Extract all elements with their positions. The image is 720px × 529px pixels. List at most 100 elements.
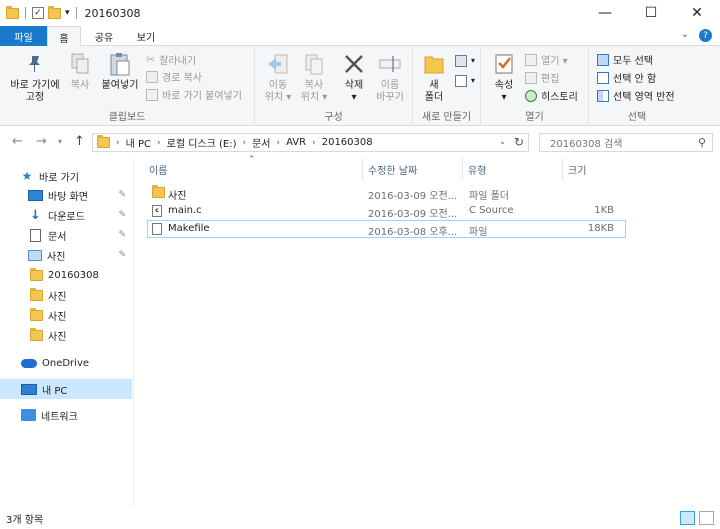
cut-label: 잘라내기	[159, 56, 197, 67]
new-item-icon	[455, 54, 467, 67]
forward-arrow-icon[interactable]: →	[36, 134, 47, 149]
chevron-right-icon[interactable]: ›	[277, 138, 281, 148]
invert-selection-button[interactable]: 선택 영역 반전	[597, 87, 675, 104]
dropdown-arrow-icon: ▾	[471, 56, 476, 65]
minimize-button[interactable]: —	[582, 0, 628, 26]
maximize-button[interactable]: ☐	[628, 0, 674, 26]
chevron-right-icon[interactable]: ›	[312, 138, 316, 148]
history-button[interactable]: 히스토리	[525, 87, 578, 104]
column-header-name[interactable]: 이름	[144, 158, 363, 180]
sidebar-item-this-pc[interactable]: 내 PC	[0, 379, 132, 399]
ribbon: 바로 가기에 고정 복사 붙여넣기 ✂ 잘라내기 경로 복사 바로 가기 붙여넣…	[0, 46, 720, 126]
select-none-icon	[597, 71, 609, 84]
new-item-button[interactable]: ▾	[455, 52, 475, 69]
table-row[interactable]: c main.c 2016-03-09 오전... C Source 1KB	[147, 202, 626, 220]
sidebar-item-quick-access[interactable]: ★ 바로 가기	[0, 166, 132, 186]
pin-quick-access-button[interactable]: 바로 가기에 고정	[6, 50, 64, 104]
easy-access-button[interactable]: ▾	[455, 72, 475, 89]
sidebar-item-network[interactable]: 네트워크	[0, 405, 132, 425]
sidebar-item-20160308[interactable]: 20160308	[0, 265, 132, 285]
file-list: ⌃ 이름 수정한 날짜 유형 크기 사진 2016-03-09 오전... 파일…	[135, 155, 720, 507]
sidebar-item-label: OneDrive	[42, 357, 90, 369]
column-header-size[interactable]: 크기	[563, 158, 631, 180]
download-arrow-icon: ↓	[30, 207, 41, 223]
breadcrumb-documents[interactable]: 문서	[252, 135, 270, 150]
copy-path-button[interactable]: 경로 복사	[146, 68, 202, 85]
chevron-right-icon[interactable]: ›	[242, 138, 246, 148]
file-type: 파일	[469, 227, 488, 238]
open-icon	[525, 53, 537, 66]
sidebar-item-pictures[interactable]: 사진 ✎	[0, 245, 132, 265]
tab-file[interactable]: 파일	[0, 26, 47, 46]
file-date: 2016-03-09 오전...	[368, 191, 458, 202]
sidebar-item-label: 20160308	[48, 269, 99, 281]
select-all-button[interactable]: 모두 선택	[597, 51, 653, 68]
copy-button[interactable]: 복사	[66, 50, 94, 92]
sidebar-item-label: 사진	[47, 251, 66, 263]
search-input[interactable]: 20160308 검색 ⚲	[539, 133, 713, 152]
sidebar-item-desktop[interactable]: 바탕 화면 ✎	[0, 185, 132, 205]
column-header-date[interactable]: 수정한 날짜	[363, 158, 463, 180]
properties-button[interactable]: 속성 ▾	[487, 50, 521, 104]
details-view-icon[interactable]	[680, 511, 695, 525]
move-to-button[interactable]: 이동 위치 ▾	[261, 50, 295, 104]
copy-to-button[interactable]: 복사 위치 ▾	[297, 50, 331, 104]
close-button[interactable]: ✕	[674, 0, 720, 26]
address-dropdown-icon[interactable]: ⌄	[499, 137, 506, 146]
tab-home[interactable]: 홈	[47, 26, 81, 47]
paste-button[interactable]: 붙여넣기	[100, 50, 140, 92]
customize-toolbar-icon[interactable]: ▾	[65, 8, 70, 18]
edit-button[interactable]: 편집	[525, 69, 559, 86]
paste-shortcut-label: 바로 가기 붙여넣기	[162, 91, 242, 102]
open-group: 속성 ▾ 열기 ▾ 편집 히스토리 열기	[481, 46, 589, 126]
new-folder-button[interactable]: 새 폴더	[419, 50, 449, 104]
back-arrow-icon[interactable]: ←	[12, 134, 23, 149]
table-row[interactable]: Makefile 2016-03-08 오후... 파일 18KB	[147, 220, 626, 238]
search-icon[interactable]: ⚲	[698, 136, 706, 149]
new-folder-icon[interactable]	[48, 5, 61, 19]
file-name: Makefile	[168, 223, 210, 234]
breadcrumb-this-pc[interactable]: 내 PC	[126, 135, 151, 150]
properties-check-icon[interactable]: ✓	[32, 7, 44, 19]
sidebar-item-photos-3[interactable]: 사진	[0, 325, 132, 345]
status-bar: 3개 항목	[0, 507, 720, 529]
select-none-button[interactable]: 선택 안 함	[597, 69, 656, 86]
address-bar[interactable]: › 내 PC › 로컬 디스크 (E:) › 문서 › AVR › 201603…	[92, 133, 529, 152]
sidebar-item-downloads[interactable]: ↓ 다운로드 ✎	[0, 205, 132, 225]
breadcrumb-20160308[interactable]: 20160308	[322, 137, 373, 148]
collapse-ribbon-icon[interactable]: ⌄	[681, 29, 689, 42]
breadcrumb-local-disk[interactable]: 로컬 디스크 (E:)	[167, 135, 237, 150]
sidebar-item-documents[interactable]: 문서 ✎	[0, 225, 132, 245]
help-icon[interactable]: ?	[699, 29, 712, 42]
item-count: 3개 항목	[6, 514, 44, 526]
delete-button[interactable]: 삭제 ▾	[339, 50, 369, 104]
pin-icon[interactable]: ✎	[118, 190, 126, 200]
refresh-icon[interactable]: ↻	[514, 135, 524, 149]
large-icons-view-icon[interactable]	[699, 511, 714, 525]
column-header-type[interactable]: 유형	[463, 158, 563, 180]
tab-share[interactable]: 공유	[84, 26, 124, 46]
new-folder-label: 새 폴더	[424, 80, 444, 103]
pin-icon[interactable]: ✎	[118, 230, 126, 240]
paste-shortcut-button[interactable]: 바로 가기 붙여넣기	[146, 86, 242, 103]
sidebar-item-photos-1[interactable]: 사진	[0, 285, 132, 305]
c-source-icon: c	[152, 205, 162, 217]
breadcrumb-avr[interactable]: AVR	[286, 137, 306, 148]
cut-button[interactable]: ✂ 잘라내기	[146, 51, 196, 68]
pin-icon[interactable]: ✎	[118, 250, 126, 260]
pin-icon[interactable]: ✎	[118, 210, 126, 220]
recent-locations-icon[interactable]: ▾	[58, 137, 62, 146]
scissors-icon: ✂	[146, 53, 156, 66]
tab-view[interactable]: 보기	[126, 26, 166, 46]
properties-icon	[490, 50, 518, 78]
chevron-right-icon[interactable]: ›	[157, 138, 161, 148]
chevron-right-icon[interactable]: ›	[116, 138, 120, 148]
properties-label: 속성 ▾	[494, 80, 514, 103]
sidebar-item-photos-2[interactable]: 사진	[0, 305, 132, 325]
table-row[interactable]: 사진 2016-03-09 오전... 파일 폴더	[147, 184, 626, 202]
column-header-label: 이름	[149, 165, 168, 177]
rename-button[interactable]: 이름 바꾸기	[373, 50, 407, 104]
open-button[interactable]: 열기 ▾	[525, 51, 568, 68]
up-arrow-icon[interactable]: ↑	[74, 134, 85, 149]
sidebar-item-onedrive[interactable]: OneDrive	[0, 353, 132, 373]
